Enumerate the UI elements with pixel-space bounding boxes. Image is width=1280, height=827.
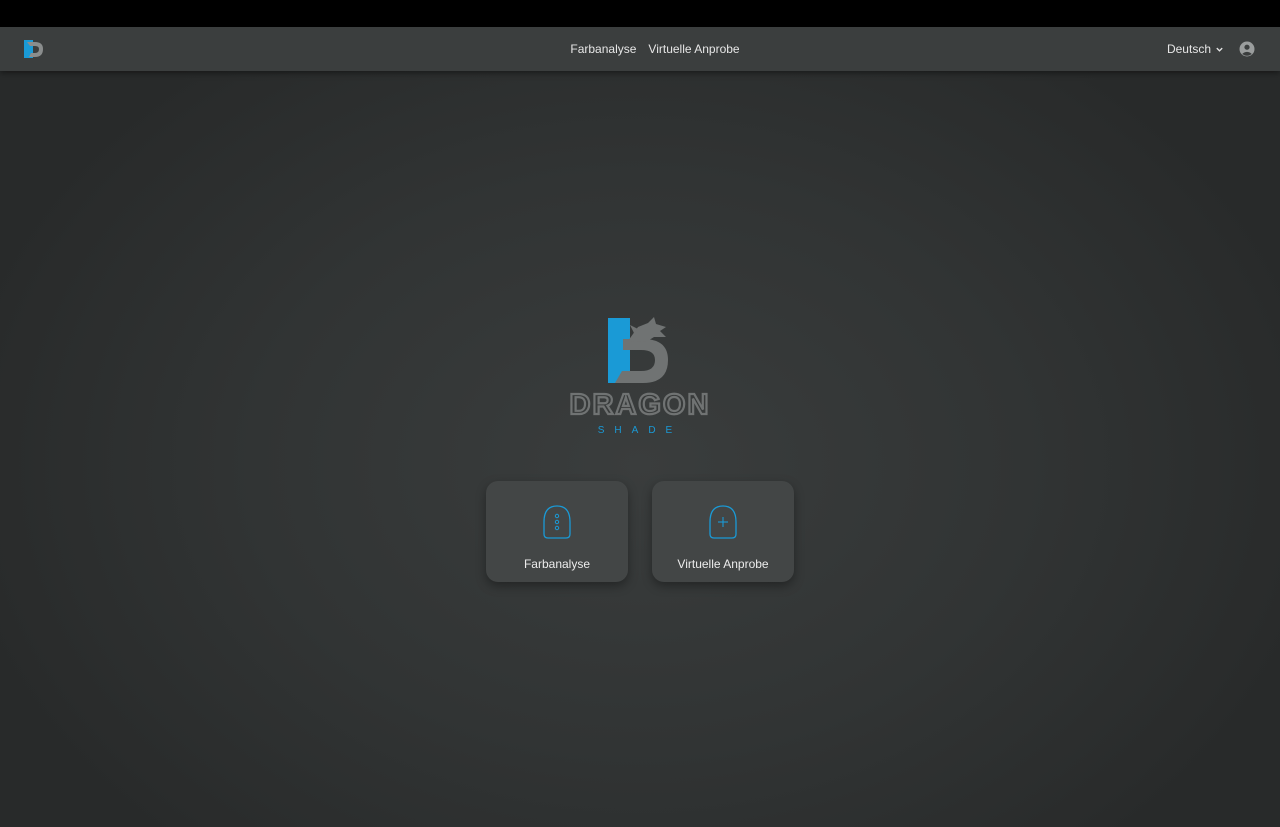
feature-cards: Farbanalyse Virtuelle Anprobe: [486, 481, 794, 582]
brand-name: DRAGON: [570, 389, 711, 421]
brand-tagline: SHADE: [598, 425, 682, 436]
language-label: Deutsch: [1166, 42, 1211, 56]
card-label: Virtuelle Anprobe: [677, 557, 769, 571]
dragon-shade-brand-logo: DRAGON SHADE: [568, 317, 711, 436]
card-farbanalyse[interactable]: Farbanalyse: [486, 481, 628, 582]
nav-links: Farbanalyse Virtuelle Anprobe: [0, 27, 1280, 71]
chevron-down-icon: [1216, 47, 1223, 52]
navbar: Farbanalyse Virtuelle Anprobe Deutsch: [0, 27, 1280, 71]
user-account-icon[interactable]: [1239, 41, 1255, 57]
card-label: Farbanalyse: [523, 557, 591, 571]
top-black-bar: [0, 0, 1280, 27]
scanner-dots-icon: [543, 505, 571, 539]
nav-link-virtuelle-anprobe[interactable]: Virtuelle Anprobe: [648, 42, 739, 56]
nav-link-farbanalyse[interactable]: Farbanalyse: [570, 42, 636, 56]
language-selector[interactable]: Deutsch: [1167, 27, 1224, 71]
card-virtuelle-anprobe[interactable]: Virtuelle Anprobe: [652, 481, 794, 582]
main-content: DRAGON SHADE Farbanalyse Virtuelle Anpro…: [0, 71, 1280, 827]
scanner-plus-icon: [709, 505, 737, 539]
